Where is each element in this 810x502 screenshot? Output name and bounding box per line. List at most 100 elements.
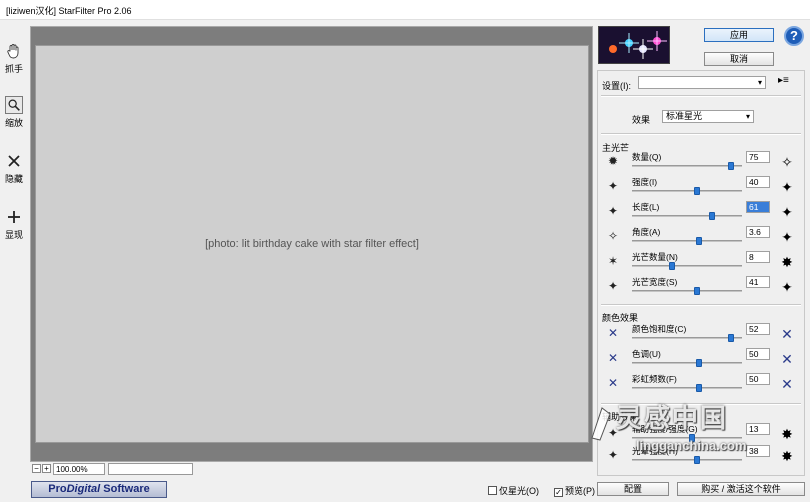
param-intensity-label: 强度(I) xyxy=(632,177,658,187)
star-hue-max-icon[interactable]: ✕ xyxy=(778,350,796,368)
param-hue-value-field[interactable]: 50 xyxy=(746,348,770,360)
star-intensity-icon: ✦ xyxy=(607,179,619,193)
effect-dropdown[interactable]: 标准星光 ▾ xyxy=(662,110,754,123)
prodigital-logo[interactable]: ProDigital Software xyxy=(31,481,167,498)
hide-tool[interactable]: 隐藏 xyxy=(2,152,26,185)
hide-tool-label: 隐藏 xyxy=(4,174,23,184)
star-length-max-icon[interactable]: ✦ xyxy=(778,203,796,221)
param-rainbow-frequency-slider-thumb[interactable] xyxy=(696,384,703,392)
help-button[interactable]: ? xyxy=(784,26,804,46)
aux-effects-section-title: 辅助效果 xyxy=(602,412,639,422)
effect-value: 标准星光 xyxy=(666,111,703,121)
preview-label: 预览(P) xyxy=(565,486,595,496)
reveal-tool-label: 显现 xyxy=(4,230,23,240)
zoom-in-button[interactable]: + xyxy=(42,464,51,473)
param-intensity-value-field[interactable]: 40 xyxy=(746,176,770,188)
param-halo-intensity-label: 光晕强度(H) xyxy=(632,446,678,456)
settings-label: 设置(I): xyxy=(602,81,631,91)
only-stars-box[interactable] xyxy=(488,486,497,495)
param-ray-count-slider[interactable] xyxy=(632,265,742,267)
star-saturation-icon: ✕ xyxy=(607,326,619,340)
param-angle-label: 角度(A) xyxy=(632,227,661,237)
divider xyxy=(601,304,801,306)
param-ray-count-value-field[interactable]: 8 xyxy=(746,251,770,263)
star-ray-count-icon: ✶ xyxy=(607,254,619,268)
star-count-max-icon[interactable]: ✧ xyxy=(778,153,796,171)
apply-button[interactable]: 应用 xyxy=(704,28,774,42)
star-ray-width-max-icon[interactable]: ✦ xyxy=(778,278,796,296)
param-count-slider-thumb[interactable] xyxy=(727,162,734,170)
hand-tool-label: 抓手 xyxy=(4,64,23,74)
param-ray-width-slider[interactable] xyxy=(632,290,742,292)
plus-icon xyxy=(8,211,20,223)
chevron-down-icon: ▾ xyxy=(757,78,762,87)
param-length-slider[interactable] xyxy=(632,215,742,217)
param-aux-intensity-slider-thumb[interactable] xyxy=(689,434,696,442)
zoom-tool-label: 缩放 xyxy=(4,118,23,128)
param-hue-slider-thumb[interactable] xyxy=(696,359,703,367)
zoom-slider[interactable] xyxy=(108,463,193,475)
param-intensity-slider-thumb[interactable] xyxy=(694,187,701,195)
hand-tool[interactable]: 抓手 xyxy=(2,42,26,75)
param-ray-width-slider-thumb[interactable] xyxy=(694,287,701,295)
param-ray-width-value-field[interactable]: 41 xyxy=(746,276,770,288)
preview-checkbox[interactable]: ✓ 预览(P) xyxy=(554,484,595,497)
param-aux-intensity-slider[interactable] xyxy=(632,437,742,439)
help-label: ? xyxy=(790,28,798,43)
param-saturation-value-field[interactable]: 52 xyxy=(746,323,770,335)
window-title: [liziwen汉化] StarFilter Pro 2.06 xyxy=(6,6,132,16)
param-length: ✦ 长度(L) 61 ✦ xyxy=(598,201,804,225)
zoom-tool[interactable]: 缩放 xyxy=(2,96,26,129)
divider xyxy=(601,133,801,135)
param-length-slider-thumb[interactable] xyxy=(708,212,715,220)
param-length-value-field[interactable]: 61 xyxy=(746,201,770,213)
effect-label: 效果 xyxy=(632,115,651,125)
star-aux-intensity-max-icon[interactable]: ✸ xyxy=(778,425,796,443)
canvas-area[interactable]: [photo: lit birthday cake with star filt… xyxy=(30,26,593,462)
settings-menu-icon[interactable]: ▸≡ xyxy=(778,75,789,86)
star-rainbow-frequency-max-icon[interactable]: ✕ xyxy=(778,375,796,393)
only-stars-checkbox[interactable]: 仅星光(O) xyxy=(488,484,539,497)
zoom-out-button[interactable]: − xyxy=(32,464,41,473)
param-halo-intensity-slider-thumb[interactable] xyxy=(694,456,701,464)
param-halo-intensity-slider[interactable] xyxy=(632,459,742,461)
photo-placeholder[interactable]: [photo: lit birthday cake with star filt… xyxy=(35,45,589,443)
zoom-level[interactable]: 100.00% xyxy=(53,463,105,475)
star-halo-intensity-max-icon[interactable]: ✸ xyxy=(778,447,796,465)
param-rainbow-frequency-value-field[interactable]: 50 xyxy=(746,373,770,385)
divider xyxy=(601,95,801,97)
buy-activate-button[interactable]: 购买 / 激活这个软件 xyxy=(677,482,805,496)
cancel-button[interactable]: 取消 xyxy=(704,52,774,66)
settings-dropdown[interactable]: ▾ xyxy=(638,76,766,89)
effect-preview-thumbnail xyxy=(598,26,670,64)
param-saturation-slider[interactable] xyxy=(632,337,742,339)
configure-button[interactable]: 配置 xyxy=(597,482,669,496)
reveal-tool[interactable]: 显现 xyxy=(2,208,26,241)
star-intensity-max-icon[interactable]: ✦ xyxy=(778,178,796,196)
star-saturation-max-icon[interactable]: ✕ xyxy=(778,325,796,343)
star-ray-width-icon: ✦ xyxy=(607,279,619,293)
sparkle-thumbnail-icon xyxy=(609,31,667,59)
param-hue-slider[interactable] xyxy=(632,362,742,364)
star-ray-count-max-icon[interactable]: ✸ xyxy=(778,253,796,271)
param-halo-intensity-value-field[interactable]: 38 xyxy=(746,445,770,457)
param-angle: ✧ 角度(A) 3.6 ✦ xyxy=(598,226,804,250)
param-halo-intensity: ✦ 光晕强度(H) 38 ✸ xyxy=(598,445,804,469)
param-rainbow-frequency-slider[interactable] xyxy=(632,387,742,389)
param-saturation-slider-thumb[interactable] xyxy=(727,334,734,342)
param-angle-value-field[interactable]: 3.6 xyxy=(746,226,770,238)
param-count-value-field[interactable]: 75 xyxy=(746,151,770,163)
preview-box[interactable]: ✓ xyxy=(554,488,563,497)
param-angle-slider[interactable] xyxy=(632,240,742,242)
only-stars-label: 仅星光(O) xyxy=(499,486,539,496)
param-ray-width-label: 光芒宽度(S) xyxy=(632,277,678,287)
star-angle-max-icon[interactable]: ✦ xyxy=(778,228,796,246)
param-ray-count-slider-thumb[interactable] xyxy=(669,262,676,270)
param-angle-slider-thumb[interactable] xyxy=(696,237,703,245)
param-count: ✹ 数量(Q) 75 ✧ xyxy=(598,151,804,175)
star-length-icon: ✦ xyxy=(607,204,619,218)
param-aux-intensity-value-field[interactable]: 13 xyxy=(746,423,770,435)
param-length-label: 长度(L) xyxy=(632,202,660,212)
param-count-slider[interactable] xyxy=(632,165,742,167)
param-intensity-slider[interactable] xyxy=(632,190,742,192)
